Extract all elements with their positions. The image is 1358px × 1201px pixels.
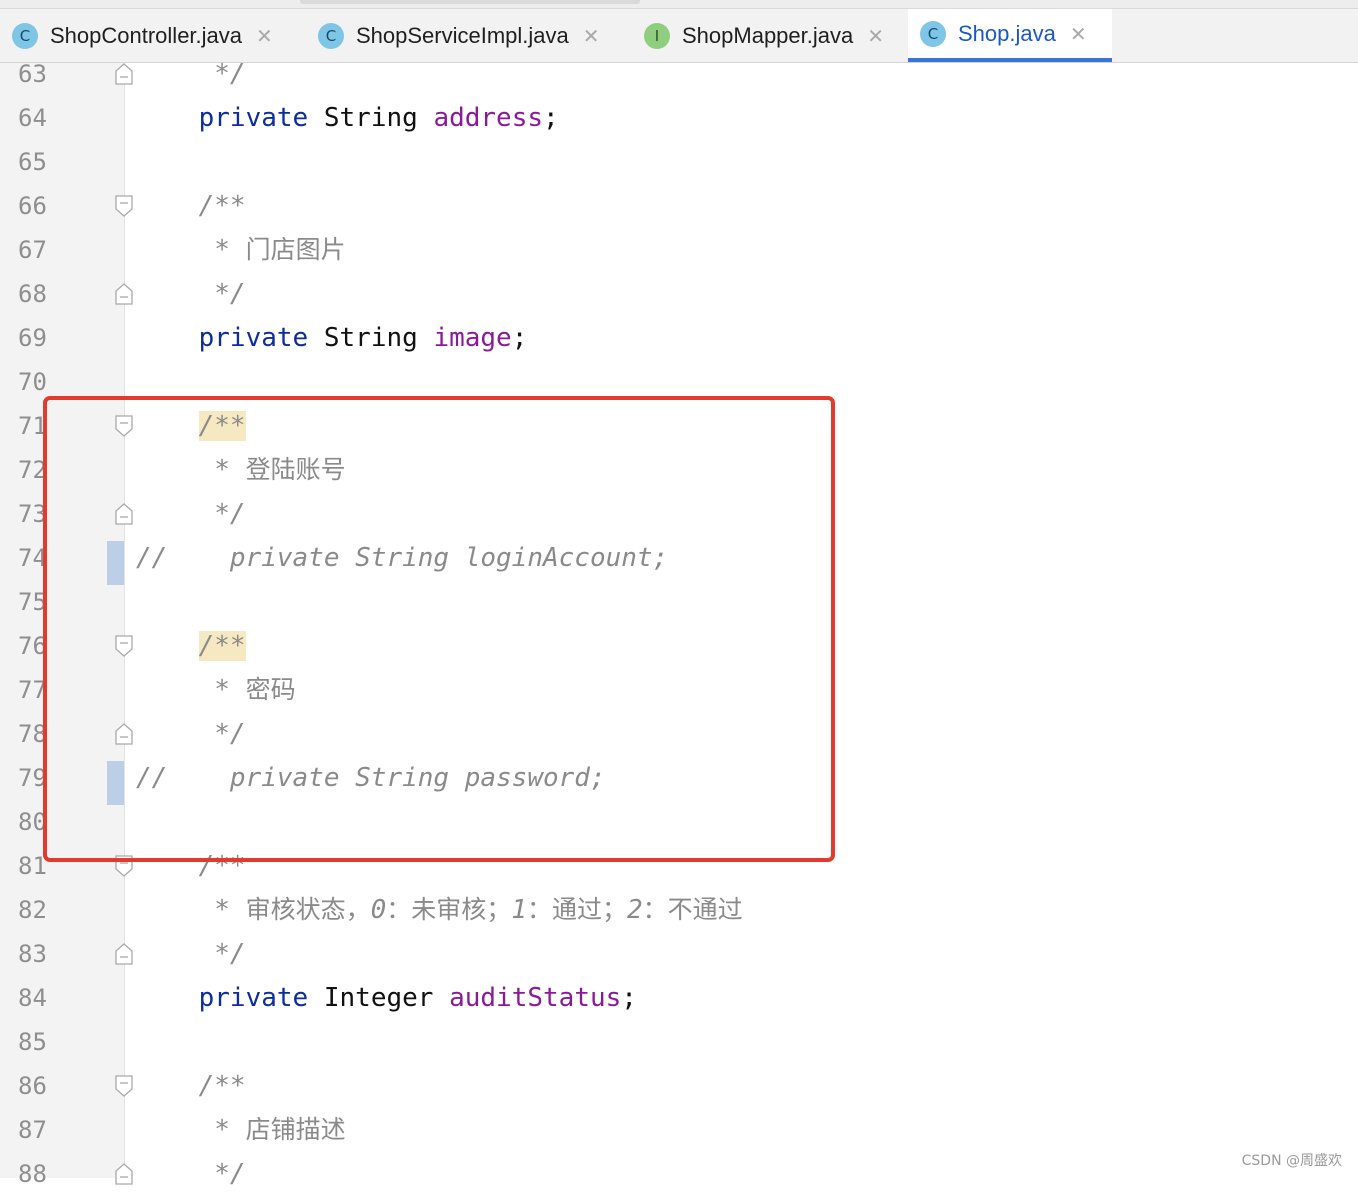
code-text[interactable]: /** (136, 1069, 246, 1113)
close-tab-icon[interactable]: ✕ (1070, 22, 1087, 46)
line-number: 87 (18, 1116, 47, 1144)
fold-collapse-icon[interactable] (115, 195, 133, 217)
line-number: 64 (18, 104, 47, 132)
code-line: 67 * 门店图片 (0, 233, 1358, 277)
window-title-drag-area (300, 0, 640, 4)
close-tab-icon[interactable]: ✕ (583, 24, 600, 48)
tab-shopmapper-java[interactable]: I ShopMapper.java ✕ (632, 9, 908, 62)
close-tab-icon[interactable]: ✕ (256, 24, 273, 48)
code-text[interactable]: * 门店图片 (136, 233, 345, 277)
code-line: 86 /** (0, 1069, 1358, 1113)
line-number: 69 (18, 324, 47, 352)
code-line: 63 */ (0, 57, 1358, 101)
annotation-highlight-box (43, 396, 835, 862)
fold-end-icon[interactable] (115, 283, 133, 305)
code-line: 87 * 店铺描述 (0, 1113, 1358, 1157)
line-number: 65 (18, 148, 47, 176)
line-number: 66 (18, 192, 47, 220)
code-line: 82 * 审核状态，0：未审核；1：通过；2：不通过 (0, 893, 1358, 937)
line-number: 85 (18, 1028, 47, 1056)
class-icon: C (12, 22, 38, 49)
line-number: 68 (18, 280, 47, 308)
code-text[interactable]: private String image; (136, 321, 528, 365)
class-icon: C (318, 22, 344, 49)
code-line: 69 private String image; (0, 321, 1358, 365)
line-number: 86 (18, 1072, 47, 1100)
code-line: 64 private String address; (0, 101, 1358, 145)
window-top-strip (0, 0, 1358, 9)
line-number: 83 (18, 940, 47, 968)
line-number: 88 (18, 1160, 47, 1188)
tab-label: ShopMapper.java (682, 22, 854, 48)
line-number: 82 (18, 896, 47, 924)
code-line: 83 */ (0, 937, 1358, 981)
code-text[interactable]: private Integer auditStatus; (136, 981, 637, 1025)
close-tab-icon[interactable]: ✕ (867, 24, 884, 48)
code-text[interactable]: */ (136, 937, 245, 981)
fold-end-icon[interactable] (115, 63, 133, 85)
code-text[interactable]: */ (136, 57, 245, 101)
tab-label: ShopController.java (50, 22, 243, 48)
tab-label: ShopServiceImpl.java (356, 22, 569, 48)
editor-tab-bar: C ShopController.java ✕ C ShopServiceImpl.ja… (0, 9, 1358, 63)
line-number: 67 (18, 236, 47, 264)
fold-end-icon[interactable] (115, 1163, 133, 1185)
class-icon: C (920, 20, 946, 47)
code-text[interactable]: */ (136, 277, 245, 321)
code-line: 65 (0, 145, 1358, 189)
code-line: 68 */ (0, 277, 1358, 321)
code-text[interactable]: * 审核状态，0：未审核；1：通过；2：不通过 (136, 893, 742, 937)
code-line: 84 private Integer auditStatus; (0, 981, 1358, 1025)
line-number: 63 (18, 60, 47, 88)
tab-label: Shop.java (958, 20, 1056, 46)
code-line: 88 */ (0, 1157, 1358, 1201)
fold-collapse-icon[interactable] (115, 1075, 133, 1097)
tab-shopcontroller-java[interactable]: C ShopController.java ✕ (0, 9, 306, 62)
code-line: 85 (0, 1025, 1358, 1069)
fold-end-icon[interactable] (115, 943, 133, 965)
code-text[interactable]: /** (136, 189, 246, 233)
tab-shop-java[interactable]: C Shop.java ✕ (908, 9, 1112, 62)
code-text[interactable]: private String address; (136, 101, 559, 145)
code-line: 66 /** (0, 189, 1358, 233)
code-text[interactable]: */ (136, 1157, 245, 1201)
watermark: CSDN @周盛欢 (1241, 1153, 1342, 1169)
code-text[interactable]: * 店铺描述 (136, 1113, 345, 1157)
interface-icon: I (644, 22, 670, 49)
line-number: 84 (18, 984, 47, 1012)
tab-shopserviceimpl-java[interactable]: C ShopServiceImpl.java ✕ (306, 9, 632, 62)
